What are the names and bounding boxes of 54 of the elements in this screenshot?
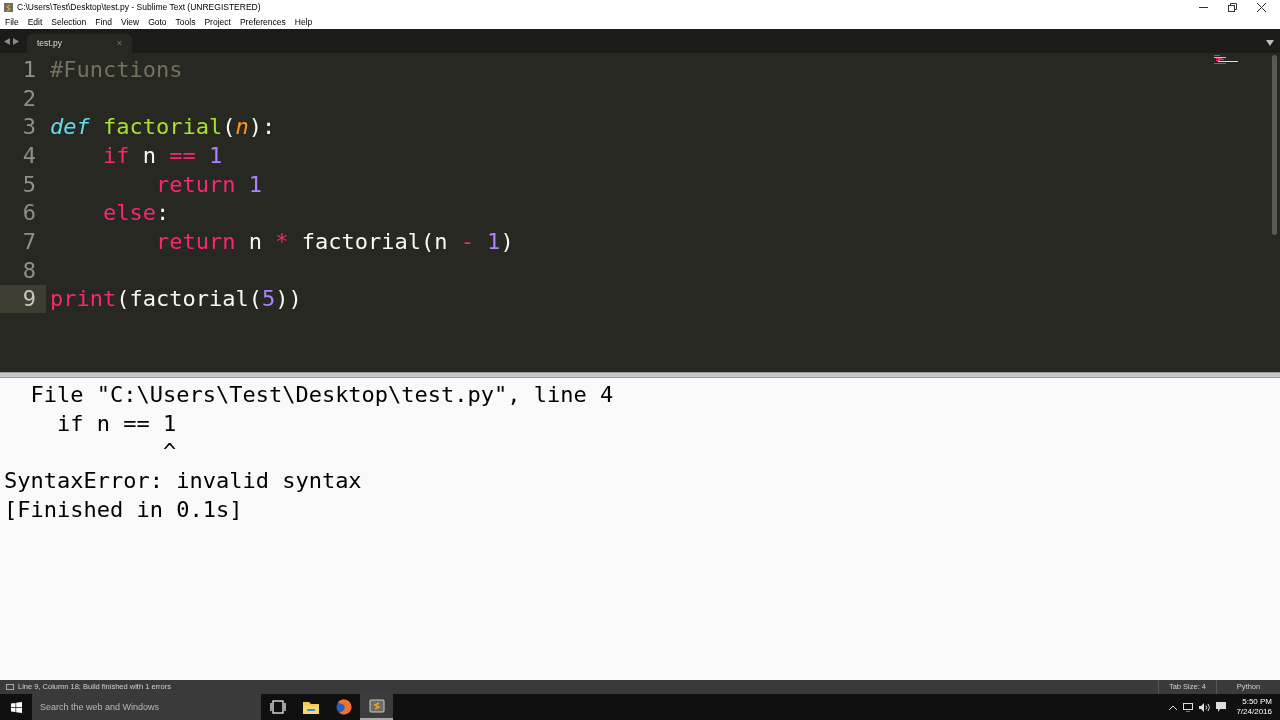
line-number: 6 [21,199,37,228]
speaker-icon[interactable] [1199,702,1211,712]
menu-item[interactable]: Find [95,17,112,27]
code-line: print(factorial(5)) [49,285,302,314]
menu-item[interactable]: Project [204,17,231,27]
line-number: 2 [21,84,37,113]
code-line: return n * factorial(n - 1) [154,227,514,256]
menu-item[interactable]: Goto [148,17,167,27]
tab-close[interactable]: × [116,36,122,51]
notification-icon[interactable] [1216,702,1227,712]
right-arrow-icon[interactable] [13,37,19,45]
output-line: SyntaxError: invalid syntax [4,466,362,495]
close-icon[interactable] [1257,3,1266,12]
folder-icon [302,700,319,714]
menu-item[interactable]: View [120,17,140,27]
globe-icon [335,699,352,715]
code-line: else: [101,199,170,228]
line-number: 4 [21,141,37,170]
tab[interactable]: test.py × [27,34,132,53]
menu-item[interactable]: Preferences [239,17,286,27]
output-line: ^ [161,438,177,467]
code-line: def factorial(n): [49,113,276,142]
window-title: C:\Users\Test\Desktop\test.py - Sublime Text (UNREGISTERED) [17,3,261,12]
line-number: 1 [21,55,37,84]
start-icon[interactable] [10,701,22,713]
line-number: 5 [21,170,37,199]
search-field[interactable]: Search the web and Windows [32,694,261,720]
output-line: [Finished in 0.1s] [4,495,243,524]
menu-item[interactable]: Selection [51,17,87,27]
output-line: if n == 1 [55,409,177,438]
chevron-up-icon[interactable] [1169,704,1178,710]
left-arrow-icon[interactable] [4,37,10,45]
line-number: 9 [0,284,46,314]
dropdown-icon[interactable] [1266,40,1274,46]
code-line: #Functions [49,55,183,84]
menu-item[interactable]: Edit [27,17,43,27]
restore-icon[interactable] [1228,3,1237,12]
code-line: return 1 [154,170,262,199]
code-line: if n == 1 [101,141,223,170]
app-icon [368,698,385,714]
scrollbar-thumb[interactable] [1272,55,1277,235]
task-view-icon [269,700,286,714]
menu-item[interactable]: File [5,17,19,27]
line-number: 7 [21,227,37,256]
app-icon [4,3,13,12]
output-line: File "C:\Users\Test\Desktop\test.py", line 4 [29,380,614,409]
line-number: 8 [21,256,37,285]
menu-item[interactable]: Tools [175,17,196,27]
clock[interactable]: 5:50 PM 7/24/2016 [1236,697,1272,717]
minimap-drawing [1214,55,1238,64]
menu-item[interactable]: Help [294,17,313,27]
network-icon[interactable] [1183,702,1194,712]
panel-icon[interactable] [6,684,14,690]
line-number: 3 [21,113,37,142]
